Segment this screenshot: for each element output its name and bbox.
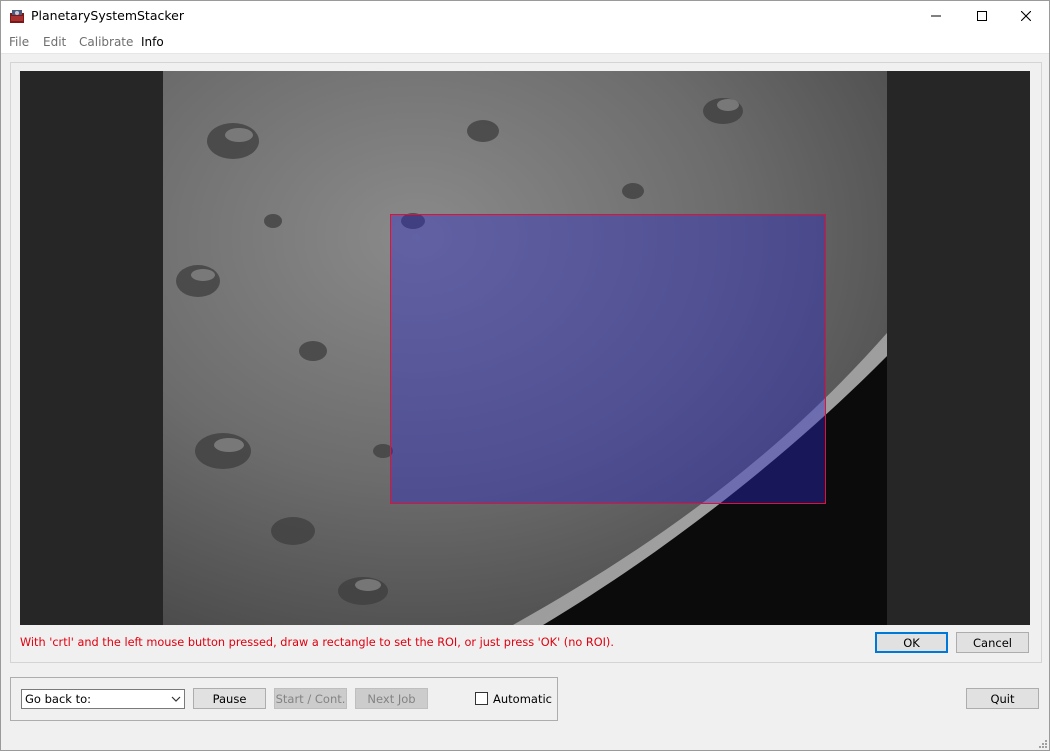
maximize-icon bbox=[977, 11, 987, 21]
go-back-to-label: Go back to: bbox=[25, 692, 92, 706]
moon-image[interactable] bbox=[163, 71, 887, 625]
chevron-down-icon bbox=[171, 696, 181, 702]
app-icon bbox=[10, 10, 24, 23]
go-back-to-select[interactable]: Go back to: bbox=[21, 689, 185, 709]
image-viewer[interactable] bbox=[20, 71, 1030, 625]
minimize-icon bbox=[931, 15, 941, 17]
menu-edit[interactable]: Edit bbox=[43, 35, 66, 49]
roi-instruction-text: With 'crtl' and the left mouse button pr… bbox=[20, 636, 614, 649]
quit-button[interactable]: Quit bbox=[966, 688, 1039, 709]
automatic-label: Automatic bbox=[493, 692, 552, 706]
resize-grip-icon[interactable] bbox=[1037, 738, 1047, 748]
menu-info[interactable]: Info bbox=[141, 35, 164, 49]
window-title: PlanetarySystemStacker bbox=[31, 8, 184, 23]
start-continue-button[interactable]: Start / Cont. bbox=[274, 688, 347, 709]
title-bar: PlanetarySystemStacker bbox=[1, 1, 1049, 31]
menu-file[interactable]: File bbox=[9, 35, 29, 49]
minimize-button[interactable] bbox=[913, 1, 959, 31]
maximize-button[interactable] bbox=[959, 1, 1005, 31]
close-button[interactable] bbox=[1003, 1, 1049, 31]
menu-calibrate[interactable]: Calibrate bbox=[79, 35, 133, 49]
menu-bar: File Edit Calibrate Info bbox=[1, 31, 1049, 54]
next-job-button[interactable]: Next Job bbox=[355, 688, 428, 709]
pause-button[interactable]: Pause bbox=[193, 688, 266, 709]
automatic-checkbox[interactable] bbox=[475, 692, 488, 705]
cancel-button[interactable]: Cancel bbox=[956, 632, 1029, 653]
ok-button[interactable]: OK bbox=[875, 632, 948, 653]
close-icon bbox=[1021, 11, 1031, 21]
